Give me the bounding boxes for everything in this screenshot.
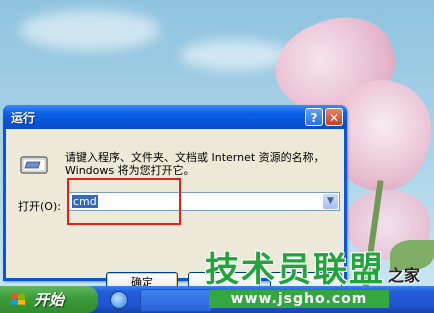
watermark-url: www.jsgho.com (209, 290, 389, 308)
close-button[interactable]: ✕ (325, 108, 343, 126)
watermark-suffix: 之家 (388, 266, 421, 285)
title-bar[interactable]: 运行 ? ✕ (3, 105, 347, 129)
start-button[interactable]: 开始 (0, 286, 98, 313)
windows-logo-icon (11, 293, 25, 305)
watermark-brand: 技术员联盟 (205, 250, 385, 290)
cloud (180, 40, 290, 70)
ie-icon[interactable] (110, 291, 128, 309)
window-title: 运行 (11, 111, 36, 125)
start-label: 开始 (34, 291, 65, 309)
cloud (20, 10, 160, 50)
taskbar-item[interactable] (140, 289, 212, 312)
help-button[interactable]: ? (305, 108, 323, 126)
run-dialog-icon (20, 156, 48, 174)
instruction-text: 请键入程序、文件夹、文档或 Internet 资源的名称，Windows 将为您… (65, 151, 325, 177)
open-label: 打开(O): (18, 200, 61, 213)
chevron-down-icon[interactable]: ▼ (323, 194, 338, 209)
annotation-highlight-box (67, 178, 181, 225)
